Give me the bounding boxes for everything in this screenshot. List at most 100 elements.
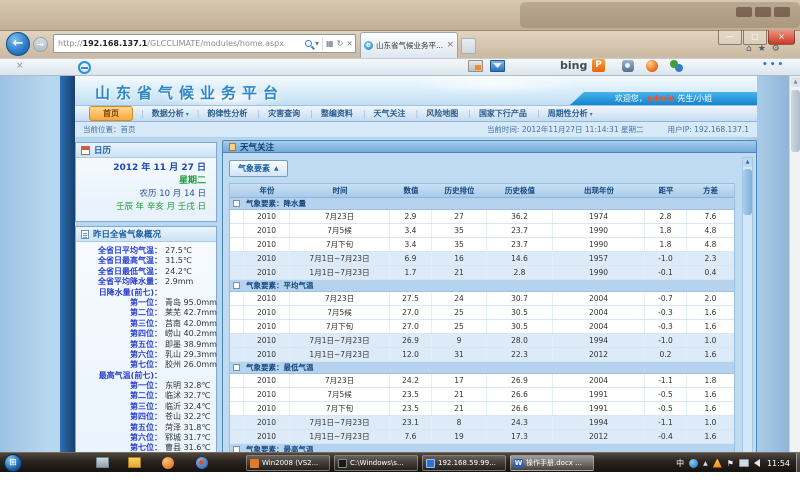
column-header[interactable]: 历史极值 xyxy=(487,184,553,197)
element-filter-button[interactable]: 气象要素 ▲ xyxy=(229,160,288,177)
maximize-button[interactable]: ▢ xyxy=(743,30,767,45)
stop-icon[interactable]: × xyxy=(346,39,353,48)
tray-app-icon[interactable] xyxy=(689,459,698,468)
taskbar-button-cmd[interactable]: C:\Windows\s... xyxy=(334,455,418,471)
cell-variance: 4.8 xyxy=(687,238,734,251)
cell-anomaly: -0.5 xyxy=(645,388,687,401)
taskbar-button-remote[interactable]: 192.168.59.99... xyxy=(422,455,506,471)
tray-alert-icon[interactable] xyxy=(713,459,722,468)
taskbar-clock[interactable]: 11:54 xyxy=(767,459,790,468)
scrollbar-up-icon[interactable]: ▲ xyxy=(791,77,800,87)
row-empty-cell xyxy=(230,266,244,279)
group-checkbox[interactable] xyxy=(233,282,240,289)
toolbar-circle-icon[interactable] xyxy=(78,61,91,74)
plugin-icon-2[interactable] xyxy=(646,60,658,72)
cell-rank: 17 xyxy=(432,374,487,387)
tray-expand-icon[interactable]: ▲ xyxy=(703,460,708,467)
cell-variance: 1.6 xyxy=(687,388,734,401)
search-dropdown-icon[interactable]: ▾ xyxy=(315,39,319,48)
panel-scrollbar[interactable]: ▲ ▼ xyxy=(742,157,753,467)
search-icon[interactable] xyxy=(305,40,312,47)
close-button[interactable]: × xyxy=(768,30,795,45)
column-header[interactable]: 出现年份 xyxy=(553,184,645,197)
group-header-row: 气象要素：最低气温 xyxy=(230,362,734,374)
cell-time: 7月1日~7月23日 xyxy=(290,252,390,265)
network-icon[interactable] xyxy=(739,459,749,467)
show-desktop-button[interactable] xyxy=(796,453,800,473)
overview-value: 临沭 32.7℃ xyxy=(162,391,210,401)
home-icon[interactable]: ⌂ xyxy=(746,44,752,54)
taskbar-button-vm[interactable]: Win2008 (VS2... xyxy=(246,455,330,471)
browser-scrollbar[interactable]: ▲ ▼ xyxy=(789,76,800,472)
forward-button[interactable]: → xyxy=(33,37,48,52)
column-header[interactable]: 数值 xyxy=(390,184,432,197)
nav-item[interactable]: 韵律性分析 xyxy=(207,108,249,119)
cell-anomaly: -0.1 xyxy=(645,266,687,279)
toolbar-overflow-dots[interactable]: ••• xyxy=(762,60,785,70)
column-header[interactable]: 历史排位 xyxy=(432,184,487,197)
language-indicator[interactable]: 中 xyxy=(676,458,684,469)
cell-rank: 25 xyxy=(432,320,487,333)
plugin-icon-1[interactable] xyxy=(622,60,634,72)
nav-item[interactable]: 国家下行产品 xyxy=(479,108,529,119)
main-navigation: 首页 | 数据分析▾ | 韵律性分析 | 灾害查询 | 整编资料 | 天气关注 … xyxy=(75,105,757,122)
calendar-panel: 日历 2012 年 11 月 27 日 星期二 农历 10 月 14 日 壬辰 … xyxy=(75,142,217,222)
taskbar-button-word[interactable]: W 操作手册.docx ... xyxy=(510,455,594,471)
panel-scroll-up-icon[interactable]: ▲ xyxy=(743,158,752,167)
cell-value: 1.7 xyxy=(390,266,432,279)
new-tab-button[interactable] xyxy=(461,38,476,54)
table-row: 2010 7月下旬 23.5 21 26.6 1991 -0.5 1.6 xyxy=(230,402,734,416)
word-app-icon: W xyxy=(514,459,523,468)
nav-item[interactable]: 整编资料 xyxy=(321,108,355,119)
taskbar-folder-icon[interactable] xyxy=(128,457,141,468)
taskbar-window-icon[interactable] xyxy=(96,457,109,468)
nav-separator: | xyxy=(197,109,200,118)
url-host: 192.168.137.1 xyxy=(83,39,148,48)
favorites-star-icon[interactable]: ★ xyxy=(758,44,766,54)
taskbar-browser-icon[interactable] xyxy=(162,457,174,469)
refresh-icon[interactable]: ↻ xyxy=(337,39,344,48)
column-header[interactable]: 方差 xyxy=(687,184,734,197)
tools-gear-icon[interactable]: ⚙ xyxy=(772,44,780,54)
taskbar-media-icon[interactable] xyxy=(196,457,208,469)
scrollbar-thumb[interactable] xyxy=(791,90,800,152)
nav-item-home[interactable]: 首页 xyxy=(89,106,133,121)
cell-rank: 21 xyxy=(432,388,487,401)
toolbar-close-icon[interactable]: × xyxy=(16,61,24,71)
overview-label: 第三位： xyxy=(76,402,162,412)
panel-scrollbar-thumb[interactable] xyxy=(743,169,752,215)
action-center-flag-icon[interactable]: ⚑ xyxy=(727,459,734,468)
plugin-p-icon[interactable]: P xyxy=(592,59,605,72)
table-row: 2010 7月23日 24.2 17 26.9 2004 -1.1 1.8 xyxy=(230,374,734,388)
group-checkbox[interactable] xyxy=(233,364,240,371)
toolbar-mail-icon[interactable] xyxy=(490,60,505,72)
group-checkbox[interactable] xyxy=(233,200,240,207)
nav-item[interactable]: 数据分析▾ xyxy=(152,108,189,119)
sidebar: 日历 2012 年 11 月 27 日 星期二 农历 10 月 14 日 壬辰 … xyxy=(75,142,217,472)
cell-extreme: 36.2 xyxy=(487,210,553,223)
volume-icon[interactable] xyxy=(754,459,760,467)
tab-close-icon[interactable]: × xyxy=(446,41,454,50)
back-button[interactable]: ← xyxy=(6,32,30,56)
overview-line: 第四位： 崂山 40.2mm xyxy=(76,329,214,339)
toolbar-cards-icon[interactable] xyxy=(468,60,483,72)
minimize-button[interactable]: — xyxy=(718,30,742,45)
row-empty-cell xyxy=(230,388,244,401)
address-bar[interactable]: http://192.168.137.1/GLCCLIMATE/modules/… xyxy=(53,34,356,53)
cell-extreme: 30.5 xyxy=(487,320,553,333)
compatibility-icon[interactable]: ▦ xyxy=(326,39,334,48)
cell-variance: 2.3 xyxy=(687,252,734,265)
column-header[interactable]: 年份 xyxy=(244,184,290,197)
nav-item[interactable]: 周期性分析▾ xyxy=(548,108,593,119)
browser-tab[interactable]: e 山东省气候业务平... × xyxy=(360,32,458,58)
nav-item[interactable]: 天气关注 xyxy=(374,108,408,119)
column-header[interactable]: 距平 xyxy=(645,184,687,197)
nav-item[interactable]: 风险地图 xyxy=(426,108,460,119)
plugin-icon-3[interactable] xyxy=(670,60,678,68)
nav-item-label: 国家下行产品 xyxy=(479,109,527,118)
nav-item[interactable]: 灾害查询 xyxy=(268,108,302,119)
overview-label: 第二位： xyxy=(76,308,162,318)
column-header[interactable]: 时间 xyxy=(290,184,390,197)
bing-logo[interactable]: bing xyxy=(560,59,587,72)
start-button[interactable]: ⊞ xyxy=(4,454,22,472)
